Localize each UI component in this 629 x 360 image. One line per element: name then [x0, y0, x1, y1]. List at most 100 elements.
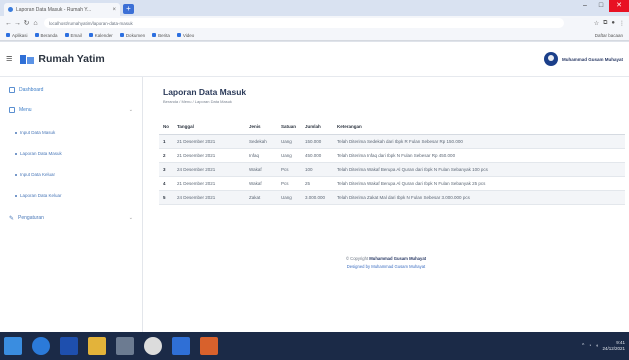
word-icon[interactable] [172, 337, 190, 355]
cell-tanggal: 21 Desember 2021 [173, 148, 245, 163]
cell-keterangan: Telah Diterima Wakaf Berupa Al Quran dar… [333, 162, 625, 177]
cell-tanggal: 24 Desember 2021 [173, 190, 245, 205]
sidebar-item-label: Menu [19, 107, 32, 113]
menu-dots-icon[interactable]: ⋮ [619, 20, 625, 27]
sidebar-item-dashboard[interactable]: Dashboard [0, 83, 142, 97]
profile-icon[interactable]: ● [611, 20, 615, 27]
cell-jenis: Infaq [245, 148, 277, 163]
edge-icon[interactable] [32, 337, 50, 355]
reload-icon[interactable]: ↻ [22, 19, 31, 27]
forward-icon[interactable]: → [13, 20, 22, 27]
bookmark-item[interactable]: Email [64, 33, 82, 38]
bookmark-icon [119, 33, 124, 38]
copyright-text: © Copyright [345, 256, 369, 261]
column-header: Tanggal [173, 120, 245, 135]
cell-no: 1 [159, 134, 173, 149]
sidebar-item-pengaturan[interactable]: ✎ Pengaturan ⌄ [0, 211, 142, 225]
bookmark-item[interactable]: Video [176, 33, 194, 38]
sidebar-sub-label: Laporan Data Masuk [20, 151, 62, 156]
minimize-icon[interactable]: – [577, 0, 593, 12]
favicon-icon [8, 7, 13, 12]
breadcrumb[interactable]: Beranda / Menu / Laporan Data Masuk [163, 99, 232, 104]
page-footer: © Copyright Muhammad Gusam Muhayat Desig… [143, 255, 629, 271]
sidebar: Dashboard Menu ⌄ Input Data Masuk Lapora… [0, 77, 143, 332]
folder-icon[interactable] [88, 337, 106, 355]
star-icon[interactable]: ☆ [594, 20, 599, 27]
store-icon[interactable] [60, 337, 78, 355]
new-tab-button[interactable]: + [123, 4, 134, 14]
cell-satuan: Uang [277, 190, 301, 205]
data-table: No Tanggal Jenis Satuan Jumlah Keteranga… [159, 120, 625, 205]
sidebar-sub-input-masuk[interactable]: Input Data Masuk [0, 127, 142, 138]
settings-icon[interactable] [116, 337, 134, 355]
bookmark-icon [34, 33, 39, 38]
cell-jenis: Sedekah [245, 134, 277, 149]
sidebar-item-label: Dashboard [19, 87, 44, 93]
table-row: 2 21 Desember 2021 Infaq Uang 450.000 Te… [159, 148, 625, 163]
cell-jumlah: 3.000.000 [301, 190, 333, 205]
chevron-up-icon[interactable]: ^ [582, 343, 584, 349]
designed-by-link[interactable]: Designed by Muhammad Gusam Muhayat [347, 264, 425, 269]
avatar [543, 52, 558, 66]
volume-icon[interactable]: ◖ [595, 343, 598, 349]
sidebar-sub-label: Input Data Keluar [20, 172, 56, 177]
table-header-row: No Tanggal Jenis Satuan Jumlah Keteranga… [159, 120, 625, 135]
windows-start-icon[interactable] [4, 337, 22, 355]
user-menu[interactable]: Muhammad Gusam Muhayat [543, 52, 623, 66]
user-name: Muhammad Gusam Muhayat [561, 56, 623, 62]
browser-tab-bar: Laporan Data Masuk - Rumah Y... × + – □ … [0, 0, 629, 16]
home-icon[interactable]: ⌂ [31, 20, 40, 27]
cell-tanggal: 21 Desember 2021 [173, 176, 245, 191]
window-controls: – □ ✕ [577, 0, 629, 12]
chevron-down-icon: ⌄ [128, 107, 133, 113]
browser-tab[interactable]: Laporan Data Masuk - Rumah Y... × [4, 3, 120, 16]
clock[interactable]: 9:41 24/12/2021 [602, 340, 625, 352]
cell-jenis: Wakaf [245, 176, 277, 191]
cell-no: 2 [159, 148, 173, 163]
bullet-icon [15, 173, 17, 176]
cell-keterangan: Telah Diterima Sedekah dari Ibpk R Fulan… [333, 134, 625, 149]
cell-no: 5 [159, 190, 173, 205]
chrome-icon[interactable] [144, 337, 162, 355]
window-close-icon[interactable]: ✕ [609, 0, 629, 12]
brand-title[interactable]: Rumah Yatim [38, 53, 104, 65]
back-icon[interactable]: ← [4, 20, 13, 27]
cell-jumlah: 450.000 [301, 148, 333, 163]
sidebar-sub-label: Input Data Masuk [20, 130, 56, 135]
bullet-icon [15, 152, 17, 155]
sidebar-sub-laporan-keluar[interactable]: Laporan Data Keluar [0, 190, 142, 201]
bookmark-item[interactable]: Berita [152, 33, 170, 38]
cell-jenis: Wakaf [245, 162, 277, 177]
tab-title: Laporan Data Masuk - Rumah Y... [16, 6, 92, 13]
cell-tanggal: 21 Desember 2021 [173, 134, 245, 149]
cell-jenis: Zakat [245, 190, 277, 205]
bookmark-item[interactable]: Beranda [34, 33, 58, 38]
cell-jumlah: 25 [301, 176, 333, 191]
cell-satuan: Uang [277, 134, 301, 149]
bookmark-icon [152, 33, 157, 38]
reading-list-link[interactable]: Daftar bacaan [595, 33, 623, 38]
maximize-icon[interactable]: □ [593, 0, 609, 12]
logo-icon [20, 54, 35, 64]
bookmark-item[interactable]: Dokumen [119, 33, 145, 38]
url-input[interactable]: localhost/rumahyatim/laporan-data-masuk [44, 18, 564, 28]
wrench-icon: ✎ [9, 215, 15, 222]
sidebar-item-menu[interactable]: Menu ⌄ [0, 103, 142, 117]
sidebar-sub-input-keluar[interactable]: Input Data Keluar [0, 169, 142, 180]
extensions-icon[interactable]: ⧉ [603, 20, 607, 27]
bullet-icon [15, 131, 17, 134]
hamburger-menu-icon[interactable]: ≡ [6, 53, 12, 65]
os-taskbar: ^ ◔ ◖ 9:41 24/12/2021 [0, 332, 629, 360]
bookmark-item[interactable]: Aplikasi [6, 33, 28, 38]
system-tray: ^ ◔ ◖ 9:41 24/12/2021 [582, 340, 625, 352]
tab-close-icon[interactable]: × [112, 7, 116, 13]
sidebar-sub-laporan-masuk[interactable]: Laporan Data Masuk [0, 148, 142, 159]
powerpoint-icon[interactable] [200, 337, 218, 355]
app-header: ≡ Rumah Yatim Muhammad Gusam Muhayat [0, 42, 629, 77]
bookmarks-bar: Aplikasi Beranda Email Kalender Dokumen … [0, 30, 629, 41]
network-icon[interactable]: ◔ [588, 343, 591, 349]
main-content: Laporan Data Masuk Beranda / Menu / Lapo… [143, 77, 629, 332]
cell-satuan: Pcs [277, 162, 301, 177]
bookmark-item[interactable]: Kalender [88, 33, 113, 38]
bookmark-icon [6, 33, 10, 38]
